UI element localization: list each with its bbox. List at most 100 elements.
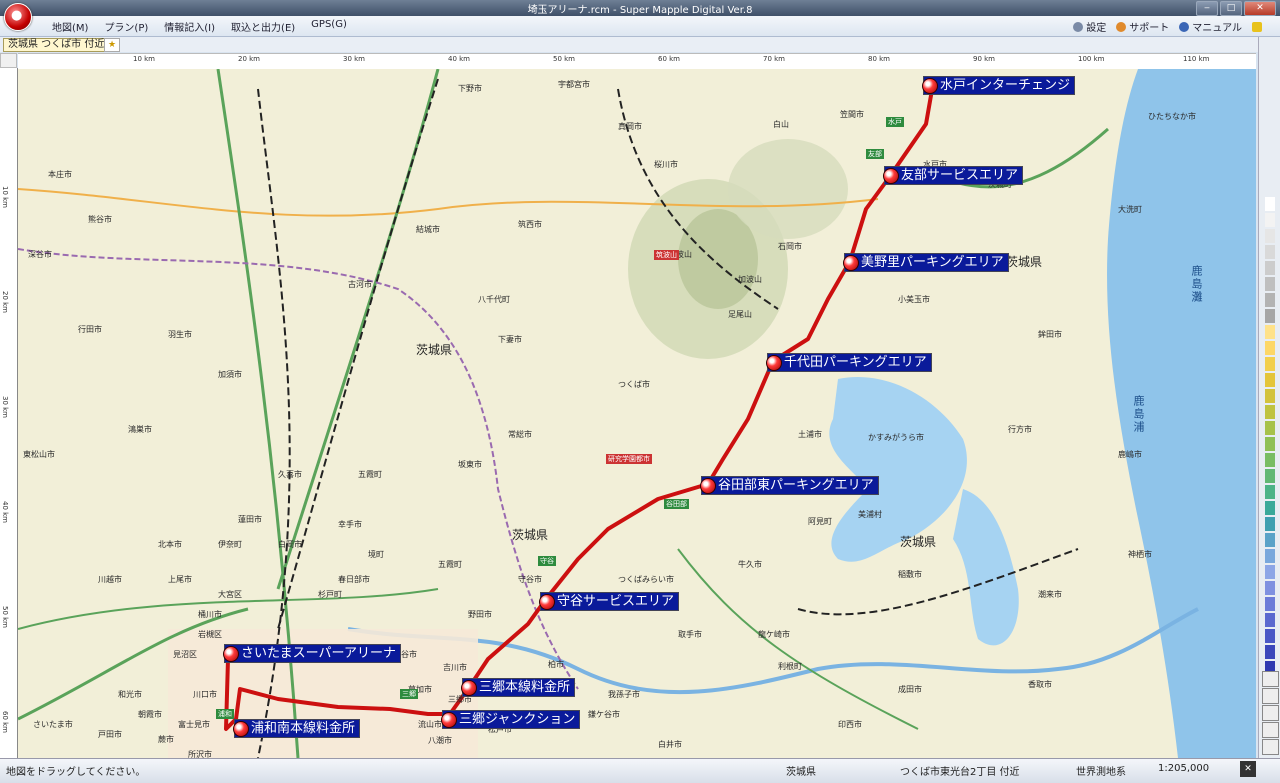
ruler-tick-label: 30 km <box>1 396 9 419</box>
menu-map[interactable]: 地図(M) <box>44 19 96 34</box>
route-stop[interactable]: 三郷ジャンクション <box>441 710 581 729</box>
zoom-level-swatch[interactable] <box>1265 517 1275 531</box>
zoom-level-swatch[interactable] <box>1265 485 1275 499</box>
ruler-tick-label: 20 km <box>1 291 9 314</box>
location-tab[interactable]: 茨城県 つくば市 付近 <box>3 38 110 52</box>
place-label: 印西市 <box>838 720 862 729</box>
route-stop[interactable]: さいたまスーパーアリーナ <box>223 644 401 663</box>
place-label: 結城市 <box>416 225 440 234</box>
zoom-level-swatch[interactable] <box>1265 197 1275 211</box>
place-label: 香取市 <box>1028 680 1052 689</box>
zoom-level-swatch[interactable] <box>1265 325 1275 339</box>
ruler-tick-label: 70 km <box>763 55 786 63</box>
route-stop[interactable]: 友部サービスエリア <box>883 166 1024 185</box>
place-label: 利根町 <box>778 662 802 671</box>
zoom-level-swatch[interactable] <box>1265 581 1275 595</box>
ruler-tick-label: 50 km <box>1 606 9 629</box>
ruler-tick-label: 90 km <box>973 55 996 63</box>
maximize-button[interactable]: □ <box>1220 1 1242 16</box>
compass-icon[interactable]: ✕ <box>1240 761 1256 777</box>
route-stop[interactable]: 美野里パーキングエリア <box>843 253 1009 272</box>
route-stop[interactable]: 水戸インターチェンジ <box>922 76 1076 95</box>
place-label: 小美玉市 <box>898 295 930 304</box>
pin-icon <box>766 355 782 371</box>
place-label: 龍ケ崎市 <box>758 630 790 639</box>
zoom-level-swatch[interactable] <box>1265 501 1275 515</box>
route-stop[interactable]: 浦和南本線料金所 <box>233 719 361 738</box>
close-button[interactable]: ✕ <box>1244 1 1276 16</box>
place-label: 古河市 <box>348 280 372 289</box>
place-label: 熊谷市 <box>88 215 112 224</box>
zoom-level-swatch[interactable] <box>1265 469 1275 483</box>
place-label: 土浦市 <box>798 430 822 439</box>
zoom-level-swatch[interactable] <box>1265 261 1275 275</box>
menu-gps[interactable]: GPS(G) <box>303 19 355 34</box>
ruler-tick-label: 30 km <box>343 55 366 63</box>
support-label: サポート <box>1129 23 1170 34</box>
app-orb-button[interactable]: ● <box>4 3 32 31</box>
zoom-scale-strip[interactable] <box>1258 37 1280 758</box>
place-label: 鴻巣市 <box>128 425 152 434</box>
zoom-level-swatch[interactable] <box>1265 533 1275 547</box>
route-stop[interactable]: 千代田パーキングエリア <box>766 353 932 372</box>
route-stop-label: 三郷ジャンクション <box>459 712 576 727</box>
route-stop[interactable]: 谷田部東パーキングエリア <box>700 476 879 495</box>
place-label: 蓮田市 <box>238 515 262 524</box>
grid-1-icon[interactable] <box>1262 671 1279 687</box>
grid-2-icon[interactable] <box>1262 688 1279 704</box>
settings-button[interactable]: 設定 <box>1073 19 1106 34</box>
route-stop-label: 千代田パーキングエリア <box>784 355 927 370</box>
route-stop[interactable]: 守谷サービスエリア <box>539 592 680 611</box>
menu-plan[interactable]: プラン(P) <box>96 19 156 34</box>
zoom-level-swatch[interactable] <box>1265 453 1275 467</box>
zoom-level-swatch[interactable] <box>1265 341 1275 355</box>
map-badge: 谷田部 <box>664 499 689 509</box>
zoom-level-swatch[interactable] <box>1265 245 1275 259</box>
route-stop[interactable]: 三郷本線料金所 <box>461 678 576 697</box>
menu-info-entry[interactable]: 情報記入(I) <box>156 19 223 34</box>
place-label: 我孫子市 <box>608 690 640 699</box>
grid-5-icon[interactable] <box>1262 739 1279 755</box>
zoom-level-swatch[interactable] <box>1265 373 1275 387</box>
place-label: 白井市 <box>658 740 682 749</box>
zoom-level-swatch[interactable] <box>1265 565 1275 579</box>
zoom-level-swatch[interactable] <box>1265 213 1275 227</box>
zoom-level-swatch[interactable] <box>1265 629 1275 643</box>
zoom-level-swatch[interactable] <box>1265 229 1275 243</box>
minimize-button[interactable]: ‒ <box>1196 1 1218 16</box>
zoom-level-swatch[interactable] <box>1265 405 1275 419</box>
place-label: 筑西市 <box>518 220 542 229</box>
zoom-level-swatch[interactable] <box>1265 437 1275 451</box>
place-label: 桶川市 <box>198 610 222 619</box>
route-stop-label: さいたまスーパーアリーナ <box>241 646 396 661</box>
place-label: 大洗町 <box>1118 205 1142 214</box>
extra-button[interactable] <box>1252 19 1262 34</box>
location-bar: 茨城県 つくば市 付近 ★ <box>0 37 1258 52</box>
status-datum: 世界測地系 <box>1076 767 1126 778</box>
support-button[interactable]: サポート <box>1116 19 1169 34</box>
zoom-level-swatch[interactable] <box>1265 389 1275 403</box>
zoom-level-swatch[interactable] <box>1265 309 1275 323</box>
zoom-level-swatch[interactable] <box>1265 597 1275 611</box>
map-canvas[interactable]: 茨城県 茨城県 茨城県 茨城県 鹿島灘 鹿島浦 宇都宮市 下野市 真岡市 笠間市 桜川市… <box>18 69 1256 758</box>
place-label: 富士見市 <box>178 720 210 729</box>
place-label: ひたちなか市 <box>1148 112 1196 121</box>
zoom-level-swatch[interactable] <box>1265 293 1275 307</box>
place-label: 上尾市 <box>168 575 192 584</box>
bookmark-icon[interactable]: ★ <box>104 38 120 52</box>
zoom-level-swatch[interactable] <box>1265 421 1275 435</box>
place-label: 伊奈町 <box>218 540 242 549</box>
zoom-level-swatch[interactable] <box>1265 645 1275 659</box>
grid-3-icon[interactable] <box>1262 705 1279 721</box>
horizontal-ruler: 10 km 20 km 30 km 40 km 50 km 60 km 70 km 80 km… <box>18 53 1256 70</box>
manual-button[interactable]: マニュアル <box>1179 19 1242 34</box>
zoom-level-swatch[interactable] <box>1265 549 1275 563</box>
zoom-level-swatch[interactable] <box>1265 277 1275 291</box>
zoom-level-swatch[interactable] <box>1265 357 1275 371</box>
menu-import-export[interactable]: 取込と出力(E) <box>223 19 303 34</box>
place-label: 白岡市 <box>278 540 302 549</box>
zoom-level-swatch[interactable] <box>1265 613 1275 627</box>
ruler-tick-label: 60 km <box>658 55 681 63</box>
place-label: 下妻市 <box>498 335 522 344</box>
grid-4-icon[interactable] <box>1262 722 1279 738</box>
